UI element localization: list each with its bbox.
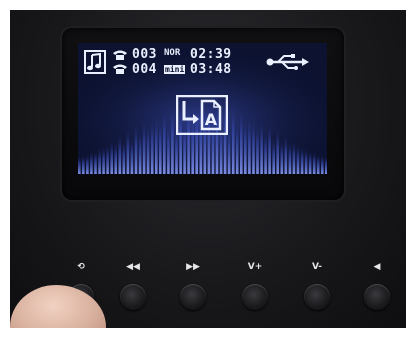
equalizer-bar — [94, 151, 97, 174]
equalizer-bar — [321, 155, 324, 174]
equalizer-bar — [90, 151, 93, 174]
equalizer-bar — [308, 151, 312, 174]
equalizer-bar — [252, 117, 255, 174]
equalizer-bar — [146, 122, 150, 174]
equalizer-bar — [155, 114, 158, 174]
volume-up-label: V+ — [247, 262, 263, 272]
equalizer-bar — [134, 122, 138, 174]
equalizer-bar — [163, 107, 166, 174]
repeat-label: ⟲ — [77, 262, 85, 272]
equalizer-bar — [276, 128, 279, 174]
equalizer-bar — [78, 156, 81, 174]
mini-badge: mini — [164, 65, 186, 74]
time-total: 03:48 — [190, 62, 232, 77]
fast-forward-label: ▶▶ — [186, 262, 200, 272]
equalizer-bar — [122, 140, 126, 174]
equalizer-bar — [296, 144, 300, 174]
equalizer-bar — [167, 120, 170, 174]
equalizer-bar — [150, 117, 154, 174]
equalizer-bar — [244, 117, 247, 174]
equalizer-bar — [316, 154, 320, 174]
usb-icon — [266, 54, 309, 70]
equalizer-bar — [126, 128, 130, 174]
equalizer-bar — [110, 140, 113, 174]
equalizer-bar — [268, 122, 271, 174]
center-letter: A — [205, 110, 218, 129]
mp3-player-device: 003 NOR 02:39 004 mini 03:48 A ⟲ ◀◀ ▶▶ V… — [10, 10, 406, 328]
track-number-2: 004 — [132, 62, 157, 77]
equalizer-bar — [312, 151, 316, 174]
equalizer-bar — [106, 144, 109, 174]
volume-down-label: V- — [311, 262, 323, 272]
equalizer-bar — [248, 114, 251, 174]
equalizer-bar — [98, 148, 101, 174]
rewind-label: ◀◀ — [126, 262, 140, 272]
equalizer-bar — [235, 119, 239, 174]
play-mode-label: NOR — [164, 48, 181, 58]
equalizer-bar — [264, 130, 267, 174]
volume-up-button[interactable] — [242, 284, 268, 310]
equalizer-bar — [300, 146, 304, 174]
equalizer-bar — [280, 140, 284, 174]
equalizer-bar — [130, 137, 134, 174]
equalizer-bar — [118, 134, 122, 174]
equalizer-bar — [272, 138, 275, 174]
equalizer-bar — [231, 102, 235, 174]
equalizer-bar — [159, 117, 162, 174]
equalizer-bar — [102, 146, 105, 174]
time-elapsed: 02:39 — [190, 47, 232, 62]
rewind-button[interactable] — [120, 284, 146, 310]
file-transfer-icon: A — [176, 95, 228, 135]
speaker-button[interactable] — [364, 284, 390, 310]
equalizer-bar — [240, 107, 243, 174]
equalizer-bar — [86, 154, 89, 174]
equalizer-bar — [304, 147, 308, 174]
equalizer-bar — [288, 141, 292, 174]
equalizer-bar — [142, 119, 146, 174]
display-bezel: 003 NOR 02:39 004 mini 03:48 A — [62, 28, 344, 200]
telephone-icon — [113, 50, 127, 60]
speaker-label: ◀ — [373, 262, 381, 272]
equalizer-bar — [260, 119, 263, 174]
fast-forward-button[interactable] — [180, 284, 206, 310]
equalizer-bar — [256, 122, 259, 174]
track-number-1: 003 — [132, 47, 157, 62]
lcd-screen: 003 NOR 02:39 004 mini 03:48 A — [78, 43, 327, 174]
equalizer-bar — [284, 134, 288, 174]
equalizer-bar — [82, 155, 85, 174]
equalizer-bar — [325, 156, 327, 174]
equalizer-bar — [227, 123, 231, 174]
equalizer-bar — [114, 141, 117, 174]
telephone-icon-2 — [113, 64, 127, 74]
status-lines: 003 NOR 02:39 004 mini 03:48 — [78, 47, 327, 81]
equalizer-bar — [138, 130, 142, 174]
music-note-icon — [84, 50, 106, 74]
volume-down-button[interactable] — [304, 284, 330, 310]
equalizer-bar — [171, 102, 174, 174]
equalizer-bar — [292, 140, 296, 174]
